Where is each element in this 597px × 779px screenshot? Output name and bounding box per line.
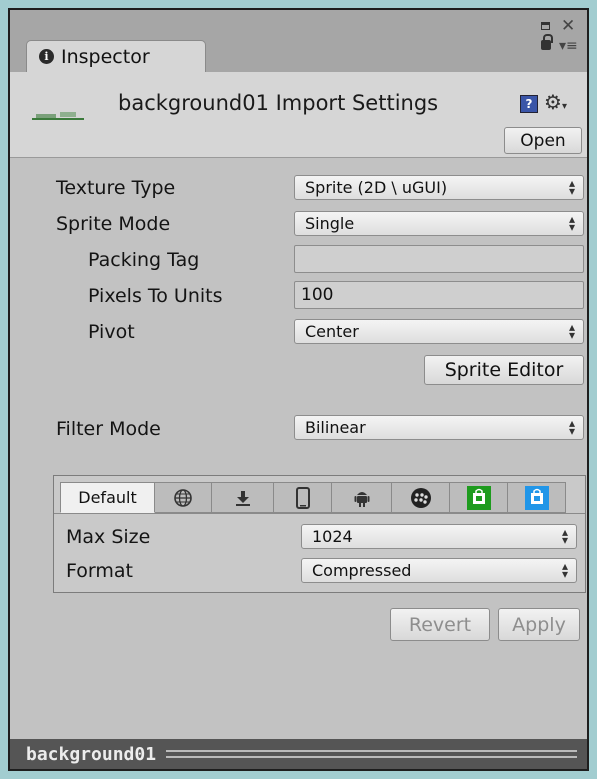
max-size-dropdown[interactable]: 1024 ▴ ▾ bbox=[301, 524, 577, 549]
window-controls: ✕ ▾≡ bbox=[537, 16, 581, 60]
pivot-dropdown[interactable]: Center ▴ ▾ bbox=[294, 319, 584, 344]
format-value: Compressed bbox=[312, 561, 412, 580]
texture-type-label: Texture Type bbox=[56, 177, 176, 199]
lock-icon[interactable] bbox=[541, 34, 553, 50]
sprite-mode-dropdown[interactable]: Single ▴ ▾ bbox=[294, 211, 584, 236]
max-size-label: Max Size bbox=[66, 526, 151, 548]
tab-bar: i Inspector ✕ ▾≡ bbox=[10, 10, 587, 72]
platform-settings-body: Max Size 1024 ▴ ▾ Format Compressed ▴ ▾ bbox=[54, 513, 585, 592]
asset-status-bar: background01 bbox=[10, 739, 587, 769]
standalone-download-icon bbox=[235, 490, 250, 506]
chevron-updown-icon: ▴ ▾ bbox=[568, 212, 575, 234]
texture-type-dropdown[interactable]: Sprite (2D \ uGUI) ▴ ▾ bbox=[294, 175, 584, 200]
chevron-updown-icon: ▴ ▾ bbox=[561, 559, 568, 581]
info-icon: i bbox=[39, 49, 54, 64]
packing-tag-field[interactable] bbox=[294, 245, 584, 273]
close-icon[interactable]: ✕ bbox=[561, 16, 575, 36]
web-icon bbox=[174, 488, 192, 507]
windows-phone-icon bbox=[524, 485, 549, 510]
filter-mode-label: Filter Mode bbox=[56, 418, 161, 440]
menu-icon[interactable]: ▾≡ bbox=[559, 38, 578, 54]
packing-tag-label: Packing Tag bbox=[88, 249, 200, 271]
sprite-editor-button[interactable]: Sprite Editor bbox=[424, 355, 584, 385]
inspector-window: i Inspector ✕ ▾≡ background01 Import Set… bbox=[8, 8, 589, 771]
pixels-to-units-field[interactable]: 100 bbox=[294, 281, 584, 309]
tab-standalone[interactable] bbox=[212, 482, 274, 513]
maximize-icon[interactable] bbox=[541, 22, 550, 30]
android-icon bbox=[354, 491, 369, 507]
sprite-mode-label: Sprite Mode bbox=[56, 213, 171, 235]
format-label: Format bbox=[66, 560, 133, 582]
asset-name: background01 bbox=[26, 743, 157, 765]
tab-web[interactable] bbox=[155, 482, 212, 513]
apply-button[interactable]: Apply bbox=[498, 608, 580, 641]
windows-store-green-icon bbox=[466, 485, 491, 510]
sprite-mode-value: Single bbox=[305, 214, 355, 233]
gear-icon[interactable]: ⚙▾ bbox=[544, 90, 567, 114]
tab-inspector[interactable]: i Inspector bbox=[26, 40, 206, 72]
platform-settings-panel: Default Max Size 1024 ▴ ▾ Format Compres… bbox=[53, 475, 586, 593]
revert-button[interactable]: Revert bbox=[390, 608, 490, 641]
tab-android[interactable] bbox=[332, 482, 392, 513]
chevron-updown-icon: ▴ ▾ bbox=[568, 320, 575, 342]
tab-ios[interactable] bbox=[274, 482, 332, 513]
page-title: background01 Import Settings bbox=[118, 91, 439, 115]
filter-mode-value: Bilinear bbox=[305, 418, 366, 437]
platform-tabs: Default bbox=[60, 482, 579, 513]
pixels-to-units-label: Pixels To Units bbox=[88, 285, 223, 307]
filter-mode-dropdown[interactable]: Bilinear ▴ ▾ bbox=[294, 415, 584, 440]
open-button[interactable]: Open bbox=[504, 127, 582, 154]
tab-windows-store[interactable] bbox=[450, 482, 508, 513]
max-size-value: 1024 bbox=[312, 527, 353, 546]
blackberry-icon bbox=[410, 487, 431, 508]
resize-grip[interactable] bbox=[166, 750, 577, 758]
chevron-updown-icon: ▴ ▾ bbox=[568, 176, 575, 198]
tab-default[interactable]: Default bbox=[60, 482, 155, 513]
tab-inspector-label: Inspector bbox=[61, 45, 150, 68]
chevron-updown-icon: ▴ ▾ bbox=[561, 525, 568, 547]
help-icon[interactable]: ? bbox=[520, 95, 538, 113]
import-settings-header: background01 Import Settings ? ⚙▾ Open bbox=[10, 72, 587, 158]
tab-blackberry[interactable] bbox=[392, 482, 450, 513]
format-dropdown[interactable]: Compressed ▴ ▾ bbox=[301, 558, 577, 583]
tab-windows-phone[interactable] bbox=[508, 482, 566, 513]
pivot-value: Center bbox=[305, 322, 359, 341]
mobile-icon bbox=[295, 486, 310, 509]
texture-type-value: Sprite (2D \ uGUI) bbox=[305, 178, 448, 197]
pivot-label: Pivot bbox=[88, 321, 135, 343]
asset-thumbnail bbox=[32, 112, 84, 124]
chevron-updown-icon: ▴ ▾ bbox=[568, 416, 575, 438]
